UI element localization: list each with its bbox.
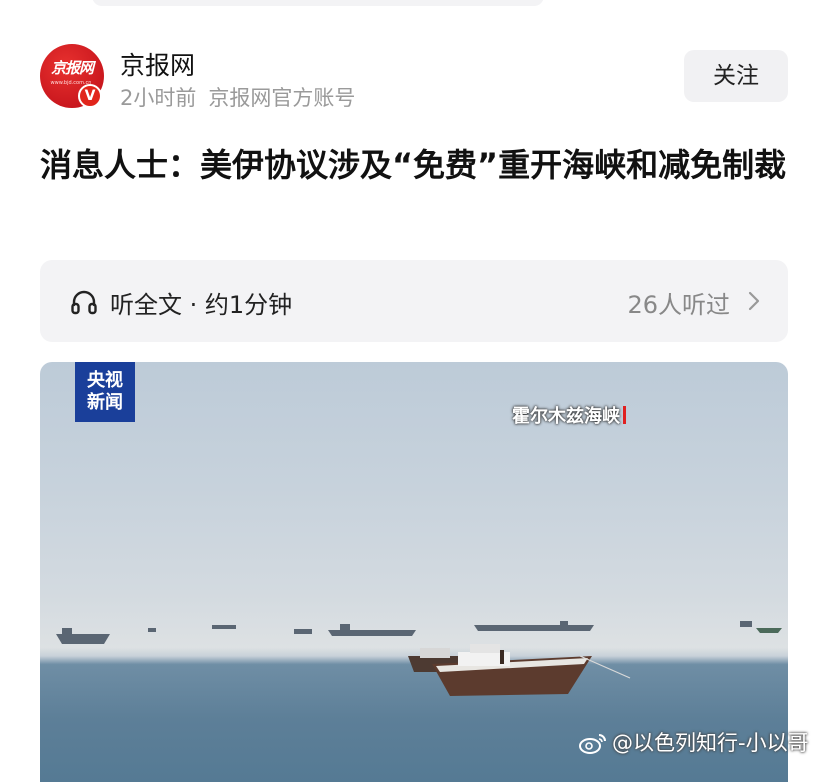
- weibo-icon: [579, 734, 606, 754]
- listen-full-text-bar[interactable]: 听全文 · 约1分钟 26人听过: [40, 260, 788, 342]
- account-description: 京报网官方账号: [208, 86, 356, 110]
- image-caption-text: 霍尔木兹海峡: [512, 406, 620, 427]
- search-bar-remnant: [92, 0, 544, 6]
- follow-button[interactable]: 关注: [684, 50, 788, 102]
- account-name[interactable]: 京报网: [120, 46, 195, 82]
- caption-accent-bar: [623, 406, 626, 424]
- headphone-icon: [71, 290, 97, 315]
- listen-label: 听全文 · 约1分钟: [110, 291, 293, 319]
- cctv-news-logo: 央视 新闻: [75, 362, 135, 422]
- watermark: @以色列知行-小以哥: [578, 727, 809, 757]
- dhow-boats: [408, 644, 631, 696]
- cctv-logo-line1: 央视: [87, 370, 123, 391]
- avatar-logo-text: 京报网: [50, 59, 94, 77]
- article-headline: 消息人士：美伊协议涉及“免费”重开海峡和减免制裁: [40, 146, 787, 184]
- image-caption: 霍尔木兹海峡: [512, 402, 626, 428]
- distant-ships: [56, 621, 782, 644]
- account-meta: 2小时前 京报网官方账号: [120, 82, 355, 112]
- verified-badge-icon: V: [78, 84, 102, 108]
- chevron-right-icon: [748, 291, 760, 311]
- post-time: 2小时前: [120, 86, 197, 110]
- cctv-logo-line2: 新闻: [87, 392, 123, 413]
- account-header: 京报网 www.bjd.com.cn V 京报网 2小时前 京报网官方账号 关注: [40, 44, 788, 112]
- watermark-text: @以色列知行-小以哥: [612, 731, 809, 755]
- news-image[interactable]: 央视 新闻 霍尔木兹海峡: [40, 362, 788, 782]
- listen-count: 26人听过: [627, 291, 730, 319]
